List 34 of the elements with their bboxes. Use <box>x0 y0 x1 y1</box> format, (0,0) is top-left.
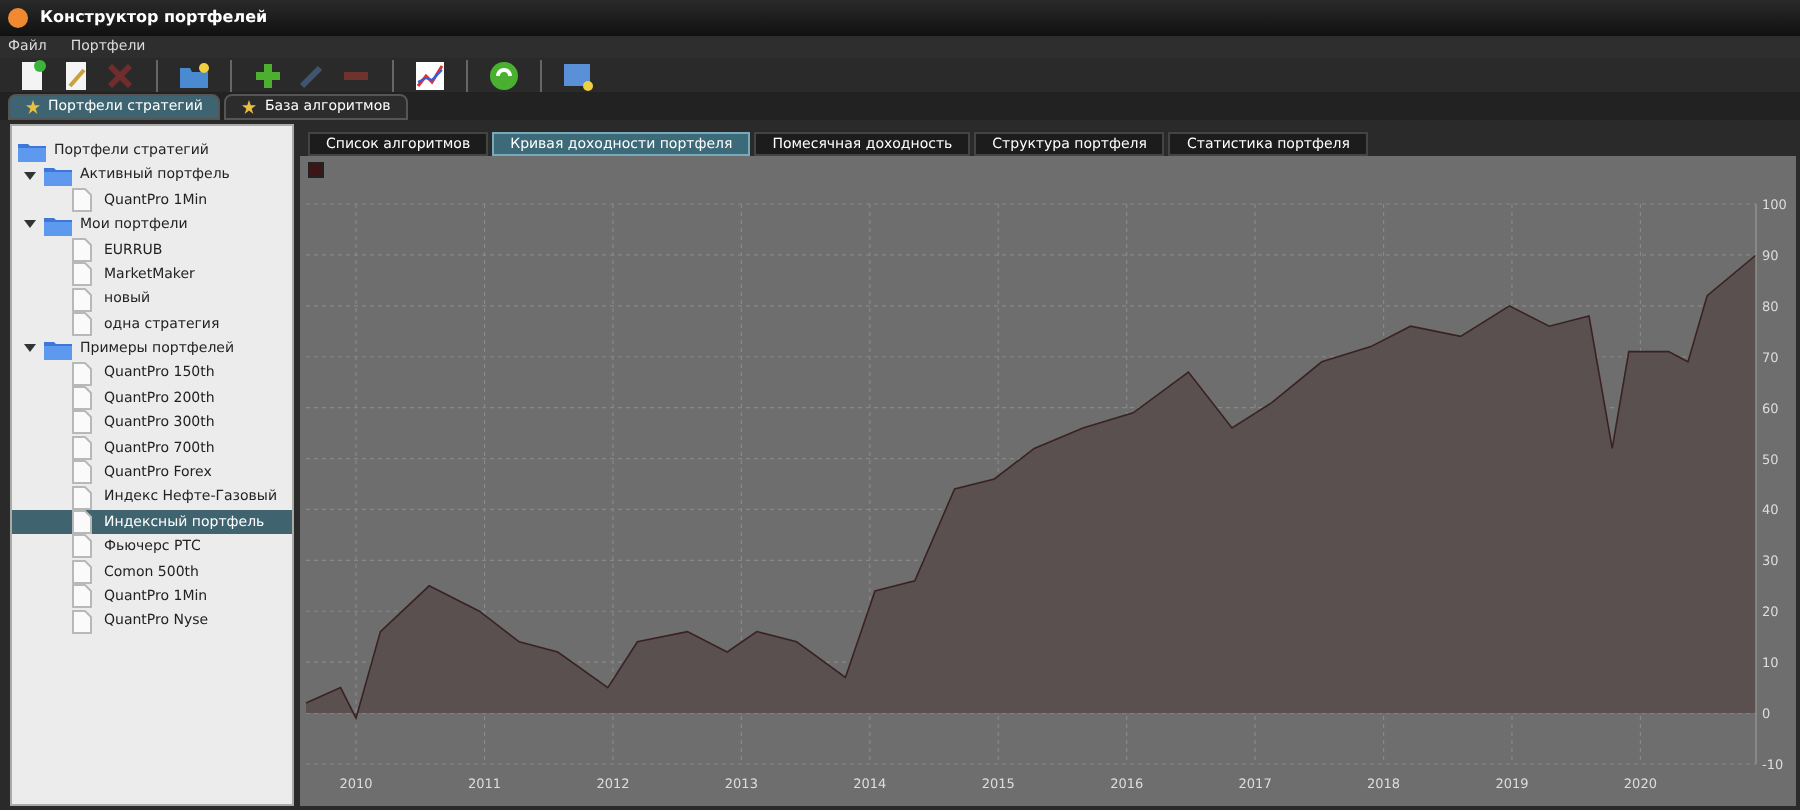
document-icon <box>72 460 92 485</box>
collapse-icon[interactable] <box>24 220 36 229</box>
legend-marker <box>308 162 324 178</box>
chart-icon[interactable] <box>414 59 446 91</box>
document-icon <box>72 534 92 559</box>
star-icon <box>26 100 40 114</box>
document-icon <box>72 584 92 609</box>
document-icon <box>72 262 92 287</box>
folder-icon <box>44 213 72 236</box>
folder-icon <box>18 139 46 162</box>
document-icon <box>72 485 92 510</box>
folder-icon <box>44 164 72 187</box>
collapse-icon[interactable] <box>24 344 36 353</box>
new-document-icon[interactable] <box>16 59 48 91</box>
document-icon <box>72 311 92 336</box>
refresh-icon[interactable] <box>488 59 520 91</box>
document-icon <box>72 287 92 312</box>
app-icon <box>8 8 28 28</box>
document-icon <box>72 410 92 435</box>
document-icon <box>72 237 92 262</box>
star-icon <box>242 100 257 114</box>
document-icon <box>72 386 92 411</box>
document-icon <box>72 609 92 634</box>
edit-document-icon[interactable] <box>60 59 92 91</box>
document-icon <box>72 361 92 386</box>
document-icon <box>72 187 92 212</box>
document-icon <box>72 510 92 535</box>
folder-icon <box>44 337 72 360</box>
add-icon[interactable] <box>252 59 284 91</box>
window-title: Конструктор портфелей <box>40 6 268 30</box>
document-icon <box>72 435 92 460</box>
collapse-icon[interactable] <box>24 171 36 180</box>
folder-icon[interactable] <box>178 59 210 91</box>
document-icon <box>72 559 92 584</box>
